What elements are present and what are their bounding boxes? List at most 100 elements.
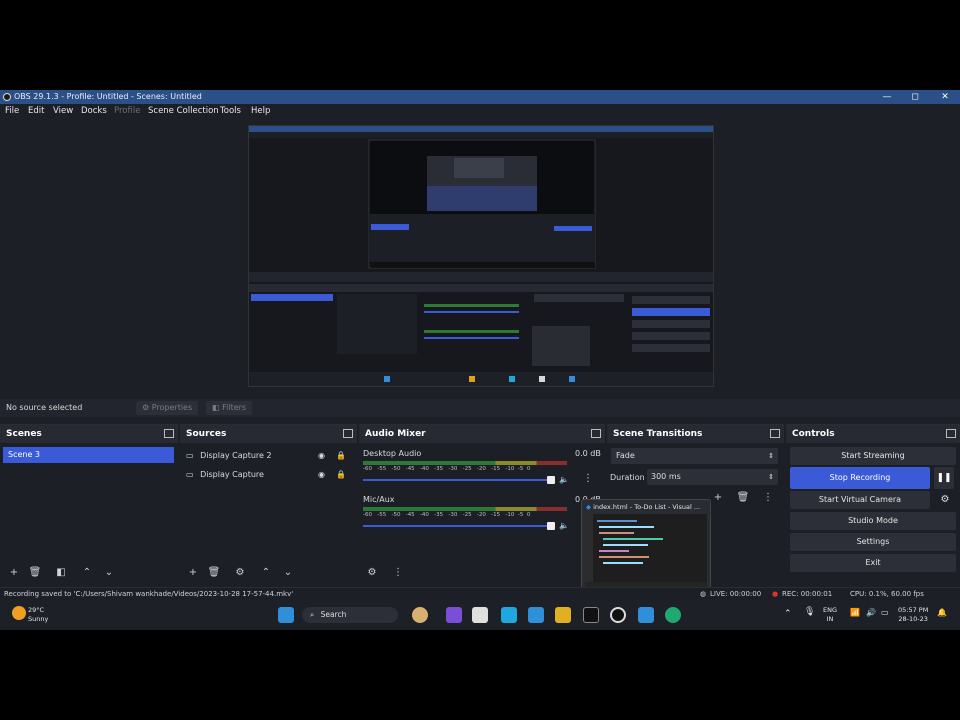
menu-tools[interactable]: Tools [220,104,241,119]
volume-icon[interactable]: 🔊 [866,608,876,617]
stepper-icon: ⇕ [768,473,774,481]
add-icon[interactable]: + [7,566,21,580]
window-title: OBS 29.1.3 - Profile: Untitled - Scenes:… [14,92,202,101]
studio-mode-button[interactable]: Studio Mode [790,512,956,530]
store-icon[interactable] [528,607,544,623]
undock-icon[interactable] [343,429,353,438]
maximize-button[interactable]: ◻ [900,90,930,104]
undock-icon[interactable] [946,429,956,438]
edge-icon[interactable] [501,607,517,623]
weather-widget[interactable]: 29°C Sunny [28,606,48,624]
volume-slider[interactable] [363,525,553,527]
source-item[interactable]: ▭ Display Capture 2 ◉ 🔒 [186,449,351,463]
filter-icon[interactable]: ◧ [54,566,68,580]
undock-icon[interactable] [591,429,601,438]
volume-slider-handle[interactable] [547,522,555,530]
sun-icon[interactable] [12,606,26,620]
nested-obs-preview-image [249,126,713,386]
chevron-down-icon[interactable]: ⌄ [281,566,295,580]
menu-scene-collection[interactable]: Scene Collection [148,104,219,119]
start-streaming-button[interactable]: Start Streaming [790,447,956,465]
taskbar-search[interactable]: ⌕ Search [302,607,398,623]
battery-icon[interactable]: ▭ [881,608,889,617]
menu-help[interactable]: Help [251,104,270,119]
trash-icon[interactable]: 🗑 [207,566,221,580]
terminal-icon[interactable] [583,607,599,623]
menu-profile[interactable]: Profile [114,104,140,119]
recording-saved-message: Recording saved to 'C:/Users/Shivam wank… [4,590,294,598]
more-options-icon[interactable]: ⋮ [761,491,775,505]
filters-button[interactable]: ◧ Filters [206,401,253,415]
add-icon[interactable]: + [711,491,725,505]
chevron-up-icon[interactable]: ⌃ [784,610,792,619]
scenes-title: Scenes [6,429,42,439]
scene-item[interactable]: Scene 3 [3,447,174,463]
volume-slider[interactable] [363,479,553,481]
speaker-icon[interactable]: 🔈 [559,521,569,530]
menu-bar: File Edit View Docks Profile Scene Colle… [0,104,960,119]
gear-icon[interactable]: ⚙ [365,566,379,580]
folder-icon[interactable] [555,607,571,623]
microphone-icon[interactable]: 🎙 [804,608,815,617]
vscode-icon: ◆ [586,503,591,511]
minimize-button[interactable]: — [872,90,902,104]
clock[interactable]: 05:57 PM 28-10-23 [898,606,928,624]
obs-icon[interactable] [610,607,626,623]
chevron-up-icon[interactable]: ⌃ [80,566,94,580]
chat-icon[interactable] [472,607,488,623]
eye-icon[interactable]: ◉ [318,449,325,463]
more-options-icon[interactable]: ⋮ [391,566,405,580]
preview-area[interactable] [0,119,960,399]
people-icon[interactable] [412,607,428,623]
audio-mixer-footer: ⚙ ⋮ [359,562,605,584]
lock-icon[interactable]: 🔒 [336,468,346,482]
chevron-down-icon[interactable]: ⌄ [102,566,116,580]
trash-icon[interactable]: 🗑 [28,566,42,580]
pause-icon[interactable]: ❚❚ [934,467,954,489]
stop-recording-button[interactable]: Stop Recording [790,467,930,489]
windows-start-icon[interactable] [278,607,294,623]
monitor-icon: ▭ [186,470,194,479]
chevron-up-icon[interactable]: ⌃ [259,566,273,580]
volume-meter [363,461,567,465]
undock-icon[interactable] [164,429,174,438]
preview-canvas[interactable] [248,125,714,387]
eye-icon[interactable]: ◉ [318,468,325,482]
start-virtual-camera-button[interactable]: Start Virtual Camera [790,491,930,509]
audio-mixer-title: Audio Mixer [365,429,426,439]
menu-view[interactable]: View [53,104,73,119]
close-button[interactable]: ✕ [930,90,960,104]
controls-dock: Controls Start Streaming Stop Recording … [786,424,960,584]
menu-docks[interactable]: Docks [81,104,107,119]
trash-icon[interactable]: 🗑 [736,491,750,505]
thumbnail-image [585,514,707,590]
source-item[interactable]: ▭ Display Capture ◉ 🔒 [186,468,351,482]
gear-icon[interactable]: ⚙ [233,566,247,580]
transitions-header: Scene Transitions [607,425,784,443]
chevron-down-icon: ⇕ [768,452,774,460]
menu-edit[interactable]: Edit [28,104,44,119]
settings-button[interactable]: Settings [790,533,956,551]
meter-scale: -60 -55 -50 -45 -40 -35 -30 -25 -20 -15 … [363,466,531,472]
undock-icon[interactable] [770,429,780,438]
vscode-icon[interactable] [638,607,654,623]
wifi-icon[interactable]: 📶 [850,608,860,617]
edge-browser-icon[interactable] [665,607,681,623]
duration-input[interactable]: 300 ms ⇕ [647,469,778,485]
taskbar-thumbnail-preview[interactable]: ◆ index.html - To-Do List - Visual ... [581,499,711,594]
transition-select[interactable]: Fade ⇕ [611,448,778,464]
lock-icon[interactable]: 🔒 [336,449,346,463]
volume-slider-handle[interactable] [547,476,555,484]
language-indicator[interactable]: ENG IN [823,606,837,624]
copilot-icon[interactable] [446,607,462,623]
properties-button[interactable]: ⚙ Properties [136,401,199,415]
properties-bar: No source selected ⚙ Properties ◧ Filter… [0,399,960,417]
more-options-icon[interactable]: ⋮ [583,473,593,484]
filter-icon: ◧ [212,403,220,412]
add-icon[interactable]: + [186,566,200,580]
menu-file[interactable]: File [5,104,19,119]
notification-bell-icon[interactable]: 🔔 [937,608,947,617]
gear-icon[interactable]: ⚙ [936,491,954,509]
exit-button[interactable]: Exit [790,554,956,572]
speaker-icon[interactable]: 🔈 [559,475,569,484]
